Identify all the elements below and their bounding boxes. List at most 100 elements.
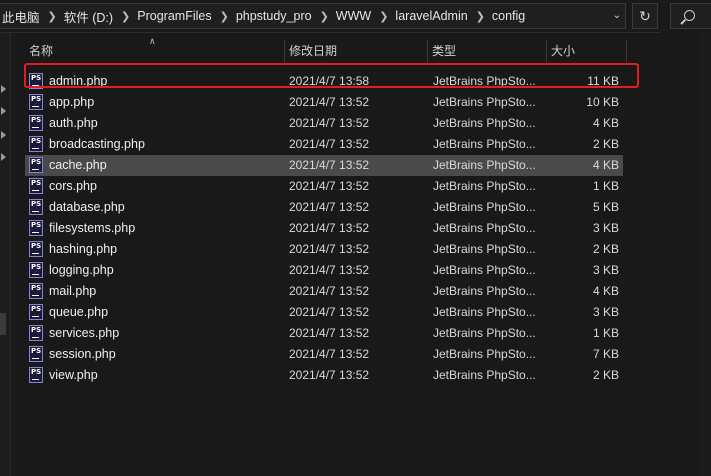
column-header-date[interactable]: 修改日期 [285, 40, 427, 62]
file-size: 1 KB [592, 326, 619, 340]
breadcrumb-item-phpstudy-pro[interactable]: phpstudy_pro [231, 9, 318, 23]
file-name: database.php [49, 200, 125, 214]
chevron-down-icon[interactable]: ⌄ [610, 8, 624, 24]
file-name: filesystems.php [49, 221, 136, 235]
file-date: 2021/4/7 13:52 [289, 284, 370, 298]
phpstorm-file-icon: PS [29, 241, 43, 257]
expand-arrow-icon[interactable] [1, 153, 6, 161]
file-date: 2021/4/7 13:52 [289, 95, 370, 109]
file-row-logging[interactable]: PS logging.php 2021/4/7 13:52 JetBrains … [25, 260, 623, 281]
file-row-cors[interactable]: PS cors.php 2021/4/7 13:52 JetBrains Php… [25, 176, 623, 197]
breadcrumb-separator-icon[interactable]: ❯ [218, 10, 231, 23]
file-date: 2021/4/7 13:52 [289, 137, 370, 151]
column-divider[interactable] [626, 40, 627, 62]
file-date: 2021/4/7 13:52 [289, 158, 370, 172]
file-size: 2 KB [592, 368, 619, 382]
expand-arrow-icon[interactable] [1, 131, 6, 139]
phpstorm-file-icon: PS [29, 367, 43, 383]
file-row-cache[interactable]: PS cache.php 2021/4/7 13:52 JetBrains Ph… [25, 155, 623, 176]
file-row-database[interactable]: PS database.php 2021/4/7 13:52 JetBrains… [25, 197, 623, 218]
file-size: 2 KB [592, 242, 619, 256]
file-row-hashing[interactable]: PS hashing.php 2021/4/7 13:52 JetBrains … [25, 239, 623, 260]
file-row-filesystems[interactable]: PS filesystems.php 2021/4/7 13:52 JetBra… [25, 218, 623, 239]
breadcrumb-separator-icon[interactable]: ❯ [318, 10, 331, 23]
breadcrumb-item-programfiles[interactable]: ProgramFiles [132, 9, 217, 23]
breadcrumb-separator-icon[interactable]: ❯ [46, 10, 59, 23]
phpstorm-file-icon: PS [29, 94, 43, 110]
phpstorm-file-icon: PS [29, 325, 43, 341]
file-date: 2021/4/7 13:52 [289, 326, 370, 340]
phpstorm-file-icon: PS [29, 346, 43, 362]
file-type: JetBrains PhpSto... [433, 200, 536, 214]
file-row-queue[interactable]: PS queue.php 2021/4/7 13:52 JetBrains Ph… [25, 302, 623, 323]
file-name: app.php [49, 95, 95, 109]
file-name: logging.php [49, 263, 114, 277]
file-size: 5 KB [592, 200, 619, 214]
file-size: 10 KB [586, 95, 619, 109]
address-bar: 此电脑 ❯ 软件 (D:) ❯ ProgramFiles ❯ phpstudy_… [0, 0, 711, 33]
file-size: 2 KB [592, 137, 619, 151]
phpstorm-file-icon: PS [29, 115, 43, 131]
search-icon [684, 10, 695, 21]
file-type: JetBrains PhpSto... [433, 305, 536, 319]
file-date: 2021/4/7 13:52 [289, 221, 370, 235]
breadcrumb-separator-icon[interactable]: ❯ [377, 10, 390, 23]
file-row-app[interactable]: PS app.php 2021/4/7 13:52 JetBrains PhpS… [25, 92, 623, 113]
file-date: 2021/4/7 13:52 [289, 263, 370, 277]
breadcrumb[interactable]: 此电脑 ❯ 软件 (D:) ❯ ProgramFiles ❯ phpstudy_… [0, 3, 626, 29]
file-date: 2021/4/7 13:52 [289, 179, 370, 193]
annotation-highlight-box [24, 63, 639, 88]
file-type: JetBrains PhpSto... [433, 368, 536, 382]
file-type: JetBrains PhpSto... [433, 242, 536, 256]
file-type: JetBrains PhpSto... [433, 326, 536, 340]
breadcrumb-separator-icon[interactable]: ❯ [474, 10, 487, 23]
file-date: 2021/4/7 13:52 [289, 116, 370, 130]
phpstorm-file-icon: PS [29, 304, 43, 320]
file-type: JetBrains PhpSto... [433, 263, 536, 277]
file-row-view[interactable]: PS view.php 2021/4/7 13:52 JetBrains Php… [25, 365, 623, 386]
column-header-name[interactable]: 名称 [25, 40, 284, 62]
column-header-size[interactable]: 大小 [547, 40, 627, 62]
breadcrumb-item-laraveladmin[interactable]: laravelAdmin [390, 9, 473, 23]
file-row-auth[interactable]: PS auth.php 2021/4/7 13:52 JetBrains Php… [25, 113, 623, 134]
refresh-button[interactable]: ↻ [632, 3, 658, 29]
expand-arrow-icon[interactable] [1, 85, 6, 93]
file-name: broadcasting.php [49, 137, 145, 151]
file-row-mail[interactable]: PS mail.php 2021/4/7 13:52 JetBrains Php… [25, 281, 623, 302]
phpstorm-file-icon: PS [29, 262, 43, 278]
file-type: JetBrains PhpSto... [433, 158, 536, 172]
file-date: 2021/4/7 13:52 [289, 347, 370, 361]
phpstorm-file-icon: PS [29, 178, 43, 194]
file-type: JetBrains PhpSto... [433, 284, 536, 298]
breadcrumb-item-drive-d[interactable]: 软件 (D:) [59, 7, 119, 26]
refresh-icon: ↻ [639, 8, 651, 24]
file-size: 1 KB [592, 179, 619, 193]
file-size: 4 KB [592, 116, 619, 130]
vertical-scrollbar[interactable] [700, 33, 711, 476]
file-date: 2021/4/7 13:52 [289, 200, 370, 214]
file-type: JetBrains PhpSto... [433, 179, 536, 193]
file-size: 4 KB [592, 158, 619, 172]
breadcrumb-separator-icon[interactable]: ❯ [119, 10, 132, 23]
search-input[interactable] [670, 3, 711, 29]
file-type: JetBrains PhpSto... [433, 116, 536, 130]
file-name: cors.php [49, 179, 97, 193]
file-row-services[interactable]: PS services.php 2021/4/7 13:52 JetBrains… [25, 323, 623, 344]
phpstorm-file-icon: PS [29, 283, 43, 299]
file-size: 7 KB [592, 347, 619, 361]
file-name: services.php [49, 326, 120, 340]
breadcrumb-item-www[interactable]: WWW [331, 9, 377, 23]
file-row-session[interactable]: PS session.php 2021/4/7 13:52 JetBrains … [25, 344, 623, 365]
file-date: 2021/4/7 13:52 [289, 305, 370, 319]
navigation-pane[interactable] [0, 33, 11, 476]
expand-arrow-icon[interactable] [1, 107, 6, 115]
file-name: mail.php [49, 284, 97, 298]
file-size: 3 KB [592, 263, 619, 277]
file-name: view.php [49, 368, 98, 382]
breadcrumb-item-config[interactable]: config [487, 9, 531, 23]
file-name: session.php [49, 347, 116, 361]
column-header-type[interactable]: 类型 [428, 40, 546, 62]
breadcrumb-item-this-pc[interactable]: 此电脑 [0, 7, 46, 26]
file-name: auth.php [49, 116, 98, 130]
file-row-broadcasting[interactable]: PS broadcasting.php 2021/4/7 13:52 JetBr… [25, 134, 623, 155]
